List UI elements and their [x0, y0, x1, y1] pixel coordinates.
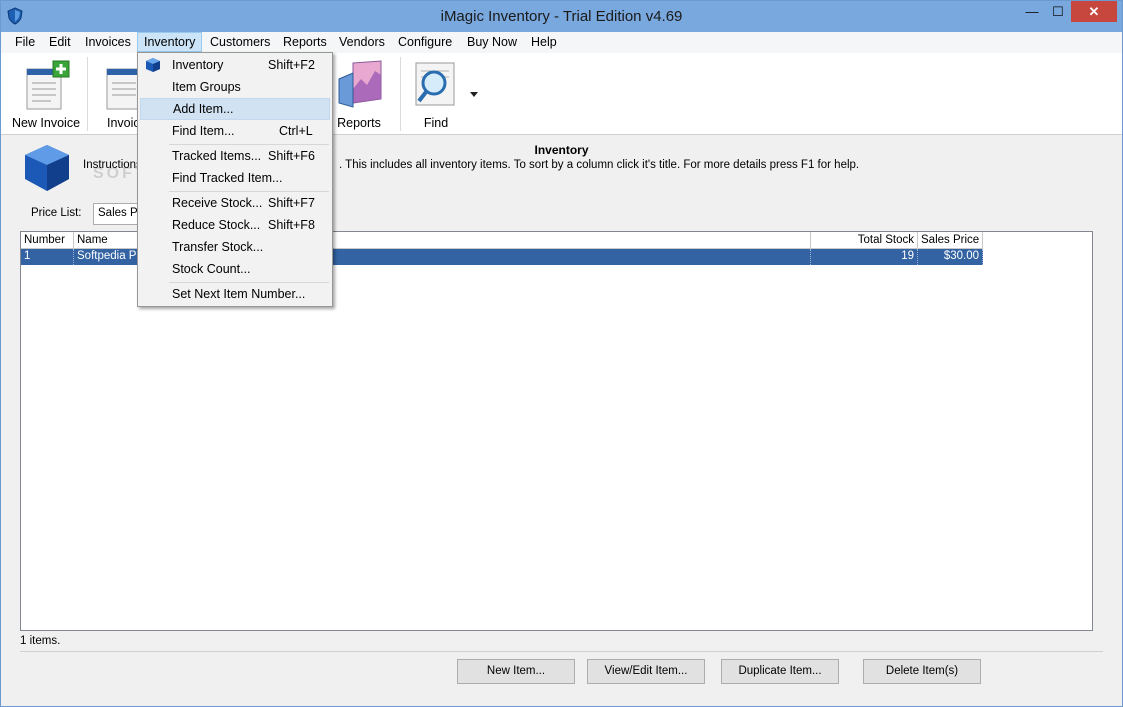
- menu-item-label: Tracked Items...: [172, 149, 262, 163]
- menu-item-stock-count[interactable]: Stock Count...: [140, 258, 330, 280]
- menu-item-label: Transfer Stock...: [172, 240, 264, 254]
- menu-item-find-item[interactable]: Find Item... Ctrl+L: [140, 120, 330, 142]
- title-bar: iMagic Inventory - Trial Edition v4.69 —…: [1, 1, 1122, 32]
- inventory-cube-icon: [25, 145, 69, 191]
- invoices-icon: [106, 68, 137, 110]
- menu-item-find-tracked-item[interactable]: Find Tracked Item...: [140, 167, 330, 189]
- cell-number: 1: [21, 249, 74, 265]
- menu-item-set-next-item-number[interactable]: Set Next Item Number...: [140, 283, 330, 305]
- new-item-button[interactable]: New Item...: [457, 659, 575, 684]
- toolbar-separator: [87, 57, 88, 131]
- menu-item-label: Set Next Item Number...: [172, 287, 306, 301]
- menu-item-add-item[interactable]: Add Item...: [140, 98, 330, 120]
- menu-item-shortcut: Ctrl+L: [279, 124, 313, 138]
- new-invoice-icon: [26, 60, 70, 110]
- new-invoice-button[interactable]: New Invoice: [7, 53, 85, 133]
- app-window: iMagic Inventory - Trial Edition v4.69 —…: [0, 0, 1123, 707]
- menu-item-shortcut: Shift+F2: [268, 58, 315, 72]
- price-list-label: Price List:: [31, 207, 82, 219]
- menu-invoices[interactable]: Invoices: [79, 32, 137, 52]
- instructions-text-continued: . This includes all inventory items. To …: [339, 159, 860, 171]
- menu-reports[interactable]: Reports: [277, 32, 333, 52]
- find-button[interactable]: Find: [406, 53, 466, 133]
- menu-item-label: Item Groups: [172, 80, 241, 94]
- menu-item-shortcut: Shift+F7: [268, 196, 315, 210]
- menu-item-label: Find Tracked Item...: [172, 171, 283, 185]
- find-magnifier-icon: [415, 62, 455, 106]
- divider: [20, 651, 1103, 652]
- find-dropdown-arrow-icon[interactable]: [470, 92, 478, 97]
- menu-help[interactable]: Help: [525, 32, 563, 52]
- minimize-button[interactable]: —: [1019, 1, 1045, 22]
- column-number[interactable]: Number: [21, 232, 74, 249]
- menu-file[interactable]: File: [9, 32, 41, 52]
- reports-chart-icon: [338, 60, 382, 108]
- window-title: iMagic Inventory - Trial Edition v4.69: [440, 8, 683, 25]
- cell-sales-price: $30.00: [918, 249, 983, 265]
- view-edit-item-button[interactable]: View/Edit Item...: [587, 659, 705, 684]
- column-total-stock[interactable]: Total Stock: [811, 232, 918, 249]
- item-count-status: 1 items.: [20, 635, 61, 647]
- menu-item-transfer-stock[interactable]: Transfer Stock...: [140, 236, 330, 258]
- menu-item-item-groups[interactable]: Item Groups: [140, 76, 330, 98]
- menu-item-label: Receive Stock...: [172, 196, 263, 210]
- new-invoice-label: New Invoice: [11, 116, 81, 130]
- instructions-text: Instructions: [83, 159, 142, 171]
- menu-configure[interactable]: Configure: [392, 32, 458, 52]
- reports-label: Reports: [337, 116, 381, 130]
- duplicate-item-button[interactable]: Duplicate Item...: [721, 659, 839, 684]
- invoices-button[interactable]: Invoic: [91, 53, 137, 133]
- menu-item-label: Stock Count...: [172, 262, 251, 276]
- menu-item-shortcut: Shift+F8: [268, 218, 315, 232]
- inventory-dropdown-menu: Inventory Shift+F2 Item Groups Add Item.…: [137, 52, 333, 307]
- menu-item-label: Inventory: [172, 58, 224, 72]
- menu-customers[interactable]: Customers: [204, 32, 276, 52]
- menu-edit[interactable]: Edit: [43, 32, 77, 52]
- menu-item-tracked-items[interactable]: Tracked Items... Shift+F6: [140, 145, 330, 167]
- menu-item-shortcut: Shift+F6: [268, 149, 315, 163]
- menu-vendors[interactable]: Vendors: [333, 32, 391, 52]
- find-label: Find: [423, 116, 449, 130]
- toolbar-separator: [400, 57, 401, 131]
- menu-item-label: Reduce Stock...: [172, 218, 261, 232]
- menu-item-receive-stock[interactable]: Receive Stock... Shift+F7: [140, 192, 330, 214]
- menu-item-reduce-stock[interactable]: Reduce Stock... Shift+F8: [140, 214, 330, 236]
- reports-button[interactable]: Reports: [333, 53, 385, 133]
- menu-item-inventory[interactable]: Inventory Shift+F2: [140, 54, 330, 76]
- close-button[interactable]: ✕: [1071, 1, 1117, 22]
- menu-item-label: Find Item...: [172, 124, 235, 138]
- column-sales-price[interactable]: Sales Price: [918, 232, 983, 249]
- menu-item-label: Add Item...: [173, 102, 234, 116]
- inventory-cube-icon: [146, 58, 160, 72]
- invoices-label: Invoic: [107, 116, 137, 130]
- menu-bar: File Edit Invoices Inventory Customers R…: [1, 32, 1122, 53]
- menu-inventory[interactable]: Inventory: [137, 32, 203, 52]
- maximize-button[interactable]: ☐: [1045, 1, 1071, 22]
- menu-buy-now[interactable]: Buy Now: [461, 32, 523, 52]
- delete-items-button[interactable]: Delete Item(s): [863, 659, 981, 684]
- cell-total-stock: 19: [811, 249, 918, 265]
